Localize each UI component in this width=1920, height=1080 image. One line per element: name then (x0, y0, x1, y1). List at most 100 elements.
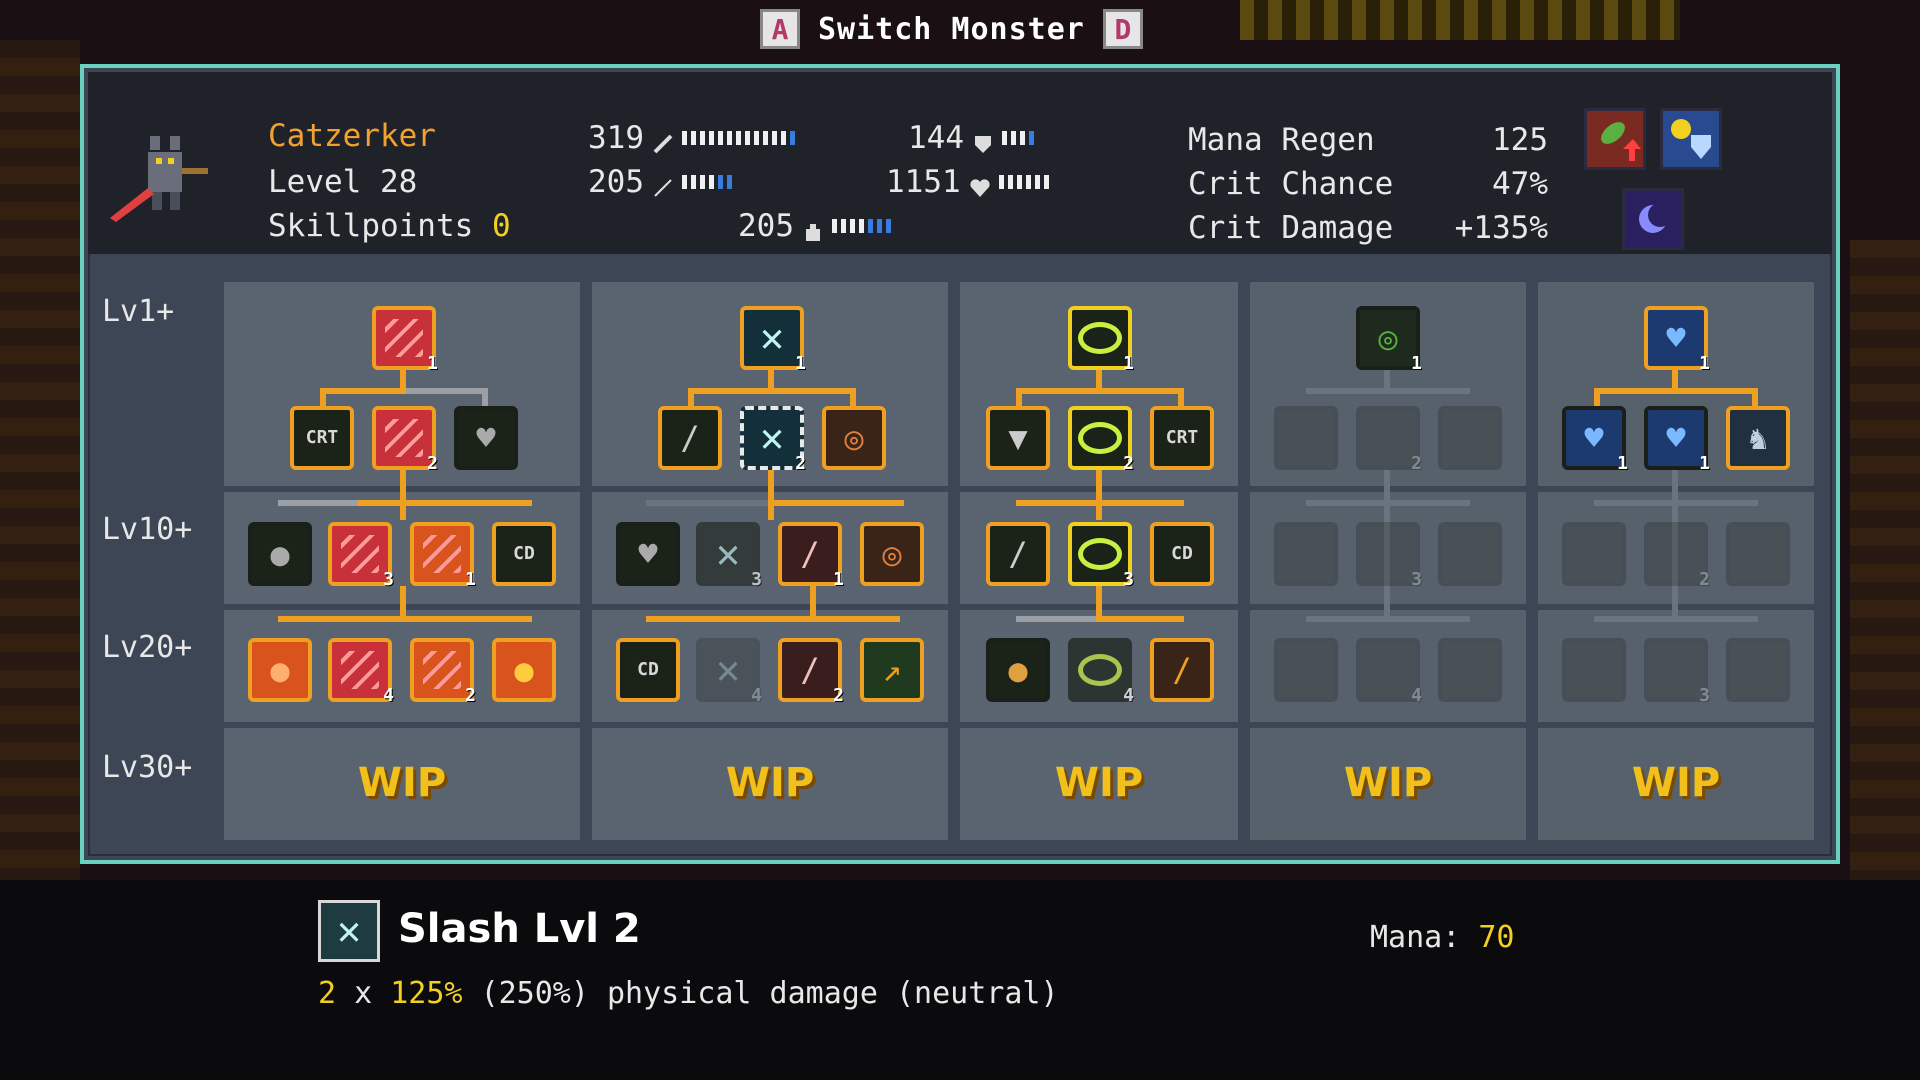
tree-connector (320, 388, 406, 394)
tree-connector (1096, 586, 1102, 620)
heart-icon: ♥ (638, 535, 658, 573)
skill-level: 1 (1411, 353, 1422, 374)
defense-boost-skill[interactable]: ▼ (986, 406, 1050, 470)
switch-monster-bar: A Switch Monster D (760, 6, 1143, 52)
skill-level: 4 (383, 685, 394, 706)
blood-skill[interactable]: ● (492, 638, 556, 702)
drop-icon: ● (1008, 651, 1028, 689)
slash-skill-selected[interactable]: ✕ 2 (740, 406, 806, 474)
crosshair-icon: ◎ (844, 419, 864, 457)
target-skill-lv10[interactable]: ◎ (860, 522, 924, 586)
stat-magic: 205 (588, 164, 732, 200)
thrust-skill-lv20[interactable]: /2 (778, 638, 844, 706)
heart-shield-skill[interactable]: ♥ 1 (1562, 406, 1628, 474)
ring-skill-lv20[interactable]: 4 (1068, 638, 1134, 706)
health-value: 1151 (886, 164, 961, 200)
tree-connector (768, 500, 904, 506)
attack-boost-skill[interactable]: / (986, 522, 1050, 586)
mana-boost-skill[interactable]: ● (248, 522, 312, 586)
ring-icon (1078, 538, 1122, 570)
target-skill[interactable]: ◎ (822, 406, 886, 470)
skill-level: 1 (833, 569, 844, 590)
leaf-buff-icon[interactable] (1584, 108, 1646, 170)
claw-skill[interactable]: 1 (372, 306, 438, 374)
moon-buff-icon[interactable] (1622, 188, 1684, 250)
tree-connector (1306, 500, 1470, 506)
stat-mana: 205 (738, 208, 891, 244)
skill-column-ring: WIP 1 ▼ 2 CRT / 3 CD ● 4 / (960, 282, 1238, 854)
claw-skill-upgrade[interactable]: 2 (372, 406, 438, 474)
growth-skill[interactable]: ↗ (860, 638, 924, 702)
tree-connector (1016, 388, 1184, 394)
nature-skill[interactable]: ◎ 1 (1356, 306, 1422, 374)
heart-boost-skill[interactable]: ♥ 1 (1644, 406, 1710, 474)
skillpoints-label: Skillpoints (268, 208, 474, 244)
health-boost-skill[interactable]: ♥ (616, 522, 680, 586)
locked-skill (1274, 406, 1338, 470)
tree-connector (400, 586, 406, 620)
thrust-skill[interactable]: /1 (778, 522, 844, 590)
crit-boost-skill[interactable]: CRT (1150, 406, 1214, 470)
mana-drop-skill[interactable]: ● (986, 638, 1050, 702)
knight-skill[interactable]: ♞ (1726, 406, 1790, 470)
skill-level: 2 (465, 685, 476, 706)
monster-name: Catzerker (268, 118, 436, 154)
cooldown-skill[interactable]: CD (616, 638, 680, 702)
fury-claw-skill[interactable]: 1 (410, 522, 476, 590)
skill-level: 3 (751, 569, 762, 590)
tree-connector (1096, 470, 1102, 520)
sword-icon: / (1008, 535, 1028, 573)
switch-monster-title: Switch Monster (818, 11, 1085, 47)
slash-skill-lv20[interactable]: ✕ 4 (696, 638, 762, 706)
blade-icon: / (800, 535, 820, 573)
skill-level: 4 (1123, 685, 1134, 706)
tree-connector (278, 616, 532, 622)
claw-skill-lv10[interactable]: 3 (328, 522, 394, 590)
crt-label: CRT (1165, 427, 1199, 448)
tree-connector (1594, 388, 1758, 394)
wand-icon (652, 171, 674, 197)
fury-claw-skill-lv20[interactable]: 2 (410, 638, 476, 706)
ring-skill-lv10[interactable]: 3 (1068, 522, 1134, 590)
skill-level: 3 (1123, 569, 1134, 590)
slash-icon: ✕ (759, 415, 785, 461)
ring-icon (1078, 422, 1122, 454)
fire-sword-skill[interactable]: / (1150, 638, 1214, 702)
skill-level: 2 (1123, 453, 1134, 474)
health-boost-skill[interactable]: ♥ (454, 406, 518, 470)
tree-connector (358, 500, 532, 506)
tree-connector (1306, 388, 1470, 394)
slash-skill-lv10[interactable]: ✕ 3 (696, 522, 762, 590)
claw-skill-lv20[interactable]: 4 (328, 638, 394, 706)
cooldown-skill[interactable]: CD (1150, 522, 1214, 586)
switch-prev-key[interactable]: A (760, 9, 800, 49)
mana-regen-value: 125 (1492, 122, 1548, 158)
shield-buff-icon[interactable] (1660, 108, 1722, 170)
locked-skill (1562, 522, 1626, 586)
ring-skill-upgrade[interactable]: 2 (1068, 406, 1134, 474)
skill-level: 2 (1699, 569, 1710, 590)
mana-pot-icon (802, 215, 824, 241)
switch-next-key[interactable]: D (1102, 9, 1143, 49)
crit-boost-skill[interactable]: CRT (290, 406, 354, 470)
skill-level: 1 (1123, 353, 1134, 374)
attack-boost-skill[interactable]: / (658, 406, 722, 470)
skill-level: 1 (427, 353, 438, 374)
crit-chance-value: 47% (1492, 166, 1548, 202)
locked-skill: 4 (1356, 638, 1422, 706)
wip-label: WIP (1054, 760, 1144, 806)
cd-label: CD (1171, 543, 1193, 564)
slash-skill[interactable]: ✕ 1 (740, 306, 806, 374)
tree-connector (1594, 616, 1758, 622)
ring-icon (1078, 654, 1122, 686)
tree-connector (768, 470, 774, 520)
cooldown-skill[interactable]: CD (492, 522, 556, 586)
heart-skill[interactable]: ♥ 1 (1644, 306, 1710, 374)
locked-skill: 3 (1644, 638, 1710, 706)
berserk-skill[interactable]: ● (248, 638, 312, 702)
blade-icon: / (800, 651, 820, 689)
shield-icon: ▼ (1008, 419, 1028, 457)
ring-skill[interactable]: 1 (1068, 306, 1134, 374)
claw-icon (385, 419, 423, 457)
locked-skill (1726, 638, 1790, 702)
